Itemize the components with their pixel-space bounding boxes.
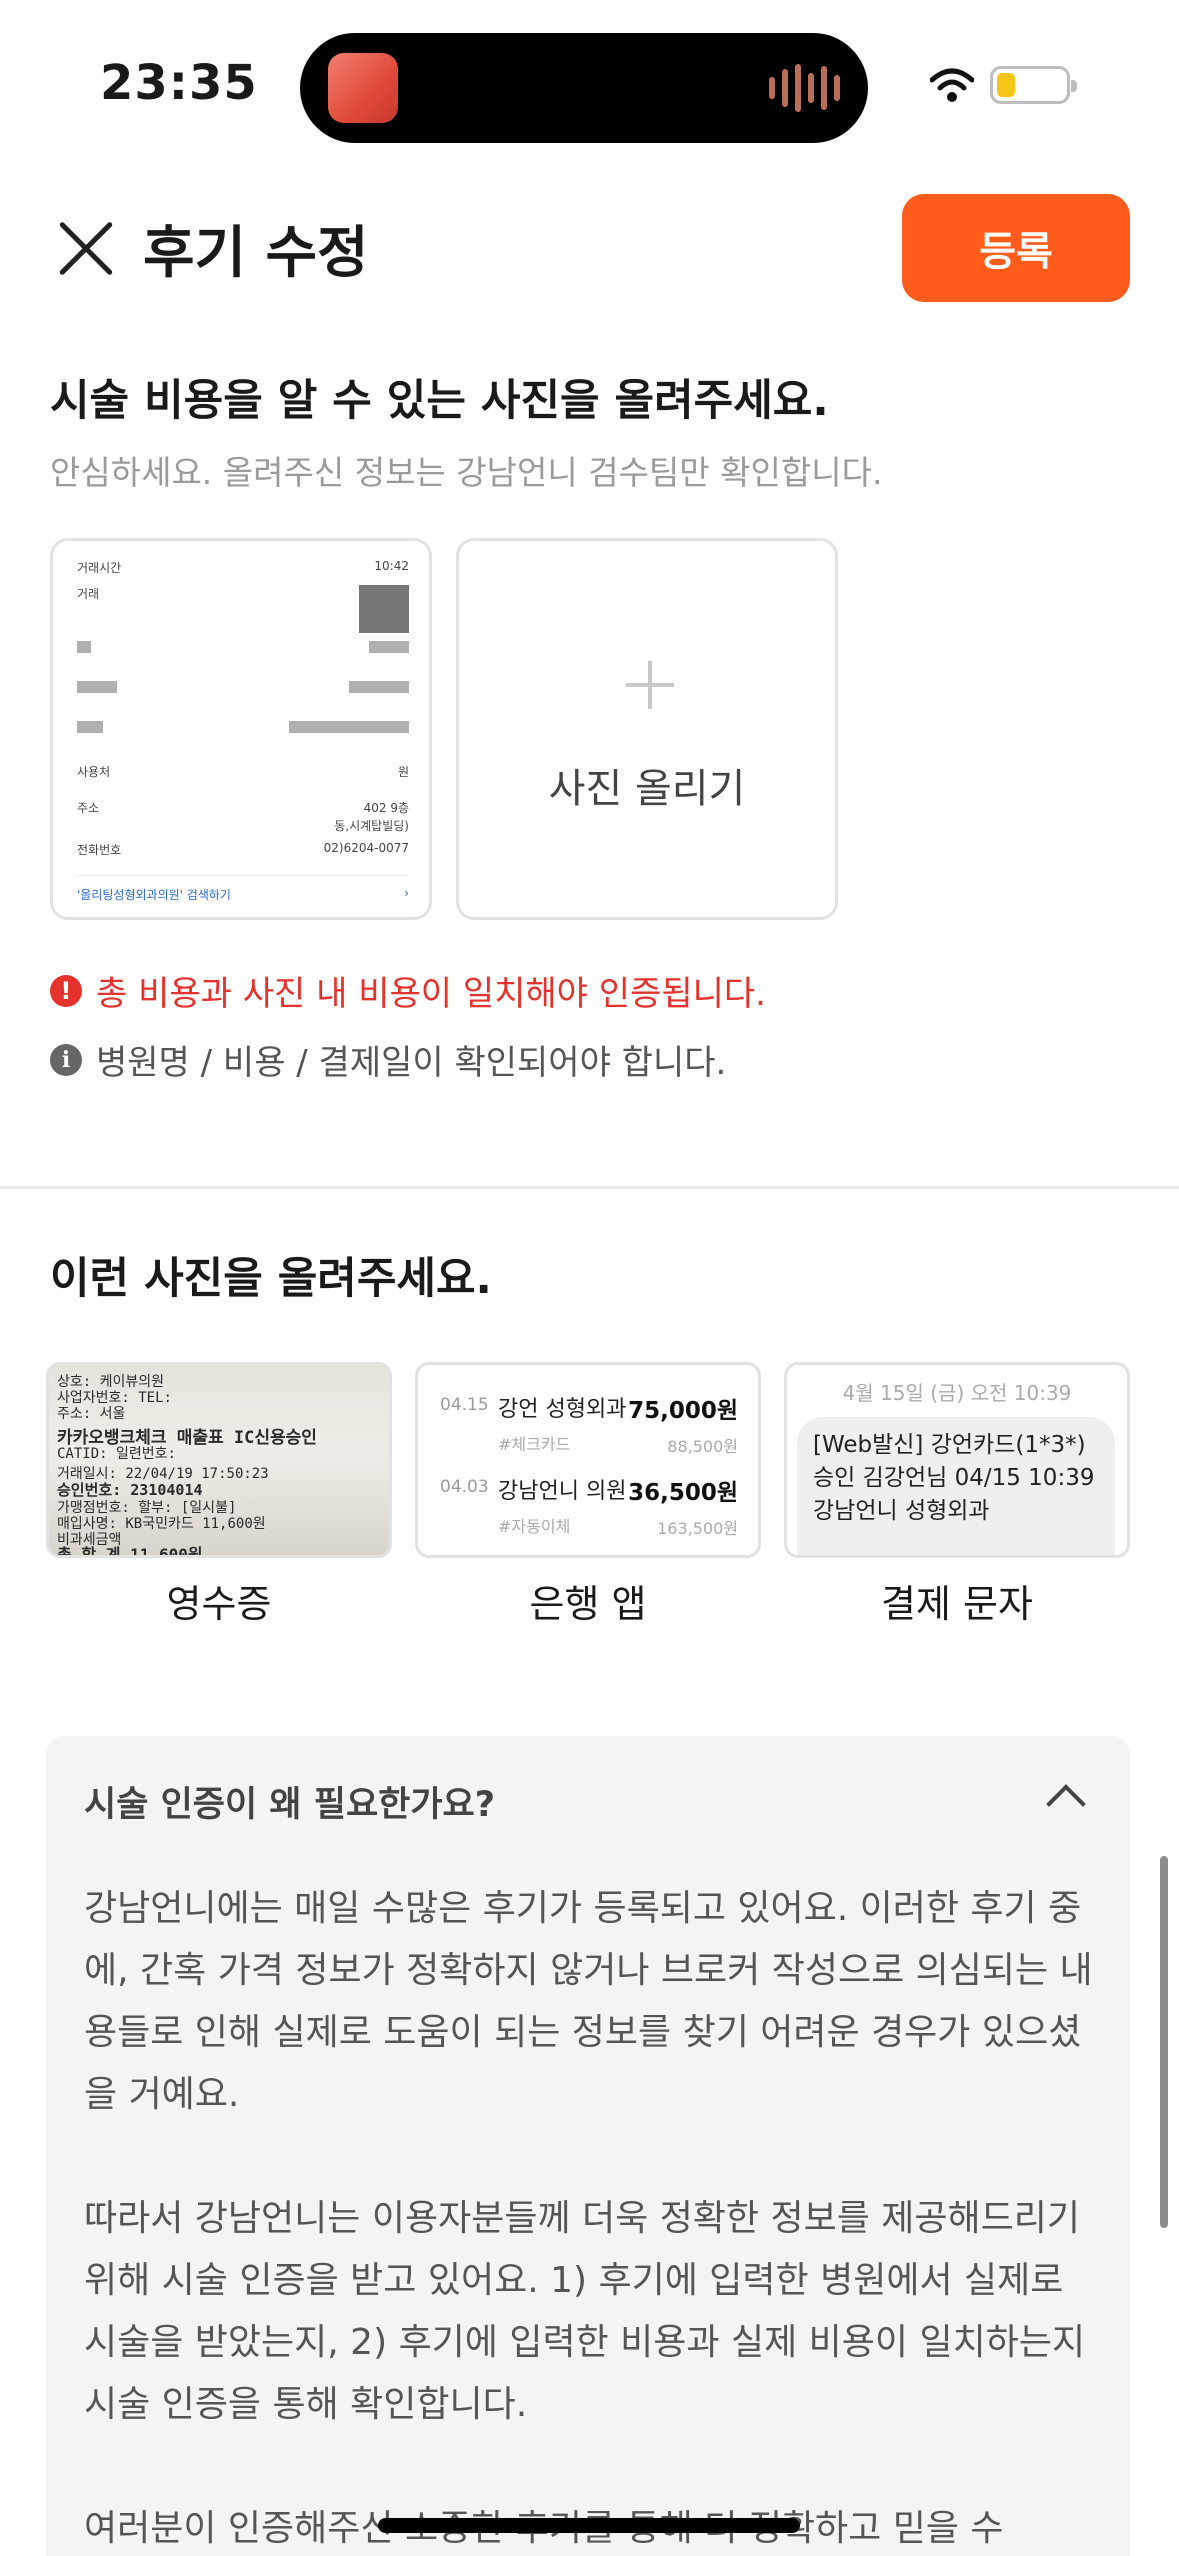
info-icon: i [50,1043,82,1076]
sms-bubble: [Web발신] 강언카드(1*3*)승인 김강언님 04/15 10:39 강남… [797,1417,1115,1555]
status-bar: 23:35 [0,0,1179,170]
receipt-label: 전화번호 [77,843,122,857]
page-title: 후기 수정 [143,221,369,286]
receipt-value: 동,시계탑빌딩) [334,819,409,833]
receipt-text-line: CATID: 일련번호: [57,1446,176,1462]
cost-match-warning: ! 총 비용과 사진 내 비용이 일치해야 인증됩니다. [50,966,766,1015]
bank-date: 04.15 [440,1395,489,1415]
faq-accordion: 시술 인증이 왜 필요한가요? 강남언니에는 매일 수많은 후기가 등록되고 있… [46,1736,1130,2556]
example-label-sms: 결제 문자 [881,1582,1033,1626]
audio-waveform-icon [769,63,840,113]
section-divider [0,1186,1179,1189]
warning-icon: ! [50,974,82,1007]
dynamic-island [300,33,868,143]
home-indicator[interactable] [378,2518,800,2533]
receipt-label: 사용처 [77,765,111,779]
warning-text: 총 비용과 사진 내 비용이 일치해야 인증됩니다. [96,974,766,1014]
chevron-up-icon[interactable] [1042,1778,1090,1818]
plus-icon [626,661,674,709]
bank-amount: 75,000원 [628,1398,738,1424]
submit-button[interactable]: 등록 [902,194,1130,302]
example-bank-app-image: 04.15 강언 성형외과 #체크카드 75,000원 88,500원 04.0… [415,1362,761,1558]
example-label-bank-app: 은행 앱 [529,1582,647,1626]
bank-amount: 36,500원 [628,1480,738,1506]
example-label-receipt: 영수증 [166,1582,272,1626]
bank-tag: #자동이체 [498,1517,571,1536]
receipt-label: 거래 [77,587,100,601]
now-playing-thumbnail [328,53,398,123]
add-photo-label: 사진 올리기 [548,766,746,812]
add-photo-button[interactable]: 사진 올리기 [456,538,838,920]
wifi-icon [930,68,974,102]
receipt-value: 원 [397,765,409,779]
receipt-value: 10:42 [374,559,409,573]
receipt-search-link: '올리팅성형외과의원' 검색하기 › [77,875,409,903]
example-sms-image: 4월 15일 (금) 오전 10:39 [Web발신] 강언카드(1*3*)승인… [784,1362,1130,1558]
receipt-text-line: 주소: 서울 [57,1406,126,1422]
bank-date: 04.03 [440,1477,489,1497]
sms-date: 4월 15일 (금) 오전 10:39 [842,1381,1072,1405]
example-receipt-image: 상호: 케이뷰의원 사업자번호: TEL: 주소: 서울 카카오뱅크체크 매출표… [46,1362,392,1558]
faq-title[interactable]: 시술 인증이 왜 필요한가요? [84,1776,495,1827]
receipt-text-line: 총 합 계 11,600원 [57,1545,203,1558]
required-info-notice: i 병원명 / 비용 / 결제일이 확인되어야 합니다. [50,1035,726,1084]
receipt-value: 402 9층 [363,801,409,815]
receipt-value: 02)6204-0077 [323,841,409,855]
status-time: 23:35 [100,55,258,111]
bank-merchant: 강언 성형외과 [498,1397,627,1422]
faq-paragraph: 강남언니에는 매일 수많은 후기가 등록되고 있어요. 이러한 후기 중에, 간… [84,1888,1093,2115]
close-icon[interactable] [50,215,116,281]
bank-merchant: 강남언니 의원 [498,1479,627,1504]
upload-section-title: 시술 비용을 알 수 있는 사진을 올려주세요. [50,376,829,426]
info-text: 병원명 / 비용 / 결제일이 확인되어야 합니다. [96,1043,727,1083]
scrollbar[interactable] [1160,1856,1168,2228]
receipt-label: 주소 [77,801,100,815]
chevron-right-icon: › [404,886,409,900]
bank-transaction-row: 04.15 강언 성형외과 #체크카드 75,000원 88,500원 [440,1391,738,1457]
qr-code-icon [359,585,409,633]
uploaded-receipt-photo[interactable]: 거래시간 10:42 거래 사용처 원 주소 402 9층 동,시계탑빌딩) 전화번호… [50,538,432,920]
upload-section-subtitle: 안심하세요. 올려주신 정보는 강남언니 검수팀만 확인합니다. [50,453,883,492]
examples-section-title: 이런 사진을 올려주세요. [50,1254,492,1304]
battery-icon [990,66,1077,104]
bank-balance: 88,500원 [667,1437,738,1456]
bank-balance: 163,500원 [657,1519,738,1538]
bank-transaction-row: 04.03 강남언니 의원 #자동이체 36,500원 163,500원 [440,1473,738,1539]
receipt-label: 거래시간 [77,561,122,575]
faq-paragraph: 따라서 강남언니는 이용자분들께 더욱 정확한 정보를 제공해드리기 위해 시술… [84,2198,1086,2425]
bank-tag: #체크카드 [498,1435,571,1454]
receipt-search-link-text: '올리팅성형외과의원' 검색하기 [77,888,231,902]
